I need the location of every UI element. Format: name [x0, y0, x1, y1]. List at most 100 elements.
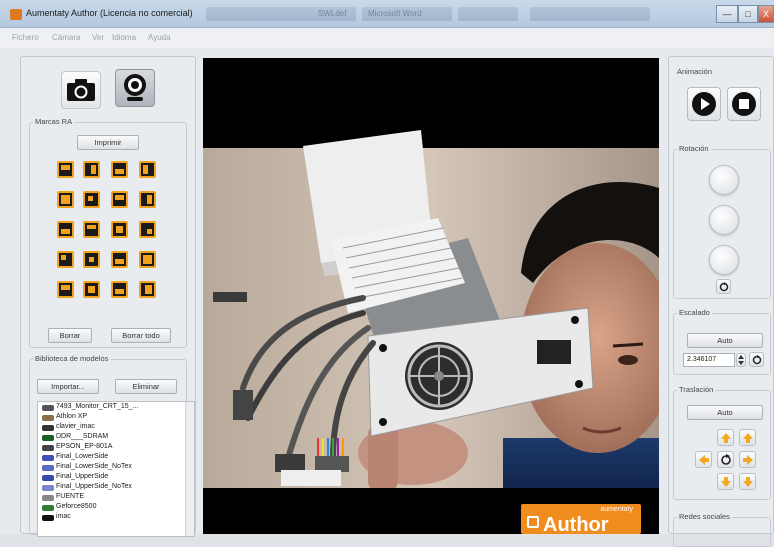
model-list-item[interactable]: Final_LowerSide	[56, 453, 108, 460]
arrow-up-icon	[742, 432, 753, 443]
ar-marker-button[interactable]	[83, 161, 100, 178]
rotation-x-dial[interactable]	[709, 165, 739, 195]
webcam-button[interactable]	[115, 69, 155, 107]
move-up-button[interactable]	[717, 429, 734, 446]
board-model-icon	[42, 465, 54, 471]
menu-file[interactable]: Fichero	[12, 33, 39, 42]
model-list-item[interactable]: clavier_imac	[56, 423, 95, 430]
play-button[interactable]	[687, 87, 721, 121]
ar-marker-button[interactable]	[111, 191, 128, 208]
rotation-y-dial[interactable]	[709, 205, 739, 235]
ar-marker-pattern	[143, 165, 148, 174]
reset-rotation-button[interactable]	[716, 279, 731, 294]
markers-group-label: Marcas RA	[33, 117, 75, 126]
scale-auto-button[interactable]: Auto	[687, 333, 763, 348]
model-list-item[interactable]: EPSON_EP-801A	[56, 443, 112, 450]
ar-marker-button[interactable]	[83, 281, 100, 298]
ar-marker-pattern	[115, 289, 124, 294]
import-button[interactable]: Importar...	[37, 379, 99, 394]
markers-group	[29, 122, 187, 348]
blurred-taskbar-item	[530, 7, 650, 21]
model-list-item[interactable]: FUENTE	[56, 493, 84, 500]
gpu-model-icon	[42, 505, 54, 511]
social-group	[673, 517, 771, 547]
ar-marker-button[interactable]	[57, 191, 74, 208]
ar-marker-button[interactable]	[111, 251, 128, 268]
ar-marker-pattern	[115, 195, 124, 200]
scale-spinner[interactable]	[736, 353, 746, 367]
ar-marker-button[interactable]	[139, 191, 156, 208]
move-down-button[interactable]	[717, 473, 734, 490]
left-panel: Marcas RA Imprimir Borrar Borrar todo Bi…	[20, 56, 196, 537]
translation-label: Traslación	[677, 385, 716, 394]
minimize-button[interactable]: —	[716, 5, 738, 23]
ar-marker-button[interactable]	[111, 221, 128, 238]
menu-camera[interactable]: Cámara	[52, 33, 80, 42]
ar-marker-pattern	[116, 226, 123, 233]
reset-icon	[720, 453, 731, 465]
ar-marker-button[interactable]	[57, 161, 74, 178]
stop-icon	[732, 92, 756, 116]
ar-marker-pattern	[91, 165, 96, 174]
ar-marker-button[interactable]	[57, 281, 74, 298]
model-list-item[interactable]: DDR___SDRAM	[56, 433, 108, 440]
ar-marker-pattern	[115, 169, 124, 174]
move-right-button[interactable]	[739, 451, 756, 468]
ar-marker-button[interactable]	[139, 251, 156, 268]
reset-icon	[719, 281, 728, 291]
cpu-model-icon	[42, 415, 54, 421]
model-list-item[interactable]: imac	[56, 513, 71, 520]
photo-camera-button[interactable]	[61, 71, 101, 109]
menu-language[interactable]: Idioma	[112, 33, 136, 42]
ar-marker-pattern	[61, 195, 70, 204]
stop-button[interactable]	[727, 87, 761, 121]
scale-value-input[interactable]: 2.346107	[683, 353, 735, 367]
maximize-button[interactable]: □	[738, 5, 758, 23]
model-list-item[interactable]: Athlon XP	[56, 413, 87, 420]
ar-marker-button[interactable]	[57, 251, 74, 268]
model-list[interactable]: 7493_Monitor_CRT_15_... Athlon XP clavie…	[37, 401, 195, 537]
menu-help[interactable]: Ayuda	[148, 33, 171, 42]
ar-marker-button[interactable]	[83, 221, 100, 238]
model-list-scrollbar[interactable]	[185, 402, 194, 536]
ar-marker-button[interactable]	[111, 161, 128, 178]
ar-marker-button[interactable]	[139, 281, 156, 298]
ar-marker-pattern	[145, 285, 152, 294]
reset-scale-button[interactable]	[749, 352, 764, 367]
rotation-z-dial[interactable]	[709, 245, 739, 275]
blurred-taskbar-text-2: Microsoft Word	[368, 9, 422, 18]
remove-button[interactable]: Eliminar	[115, 379, 177, 394]
model-list-item[interactable]: Final_UpperSide	[56, 473, 108, 480]
ar-viewport[interactable]: aumentaty Author	[203, 58, 659, 534]
social-label: Redes sociales	[677, 512, 732, 521]
ar-marker-button[interactable]	[139, 221, 156, 238]
ar-marker-button[interactable]	[57, 221, 74, 238]
scale-label: Escalado	[677, 308, 712, 317]
camera-icon	[67, 79, 95, 101]
move-left-button[interactable]	[695, 451, 712, 468]
model-list-item[interactable]: Final_UpperSide_NoTex	[56, 483, 132, 490]
model-list-item[interactable]: 7493_Monitor_CRT_15_...	[56, 403, 138, 410]
delete-button[interactable]: Borrar	[48, 328, 92, 343]
reset-translation-button[interactable]	[717, 451, 734, 468]
print-button[interactable]: Imprimir	[77, 135, 139, 150]
ar-marker-button[interactable]	[111, 281, 128, 298]
animation-label: Animación	[675, 67, 715, 76]
ar-marker-button[interactable]	[83, 251, 100, 268]
model-list-item[interactable]: Geforce8500	[56, 503, 96, 510]
ar-marker-pattern	[88, 196, 93, 201]
ar-marker-pattern	[88, 286, 95, 293]
move-backward-button[interactable]	[739, 473, 756, 490]
model-list-item[interactable]: Final_LowerSide_NoTex	[56, 463, 132, 470]
menu-view[interactable]: Ver	[92, 33, 104, 42]
delete-all-button[interactable]: Borrar todo	[111, 328, 171, 343]
ar-marker-pattern	[61, 285, 70, 290]
monitor-model-icon	[42, 405, 54, 411]
translation-auto-button[interactable]: Auto	[687, 405, 763, 420]
logo-main-text: Author	[543, 514, 609, 534]
ar-marker-button[interactable]	[139, 161, 156, 178]
close-button[interactable]: X	[758, 5, 774, 23]
ar-marker-button[interactable]	[83, 191, 100, 208]
move-forward-button[interactable]	[739, 429, 756, 446]
logo-top-text: aumentaty	[600, 506, 633, 513]
